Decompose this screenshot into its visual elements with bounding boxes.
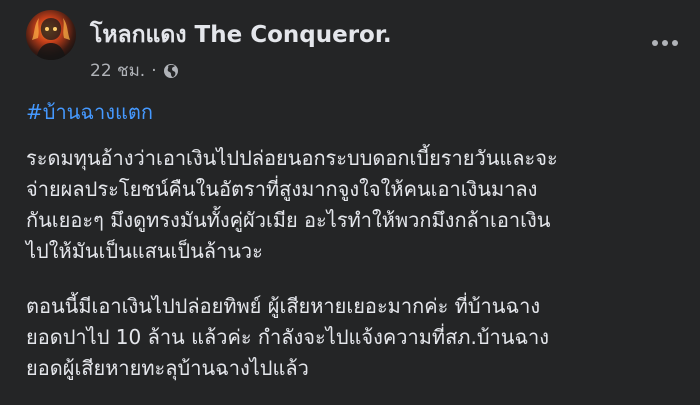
post-paragraph-1: ระดมทุนอ้างว่าเอาเงินไปปล่อยนอกระบบดอกเบ… bbox=[26, 143, 686, 267]
timestamp[interactable]: 22 ชม. bbox=[90, 57, 145, 84]
post-text-line: กันเยอะๆ มึงดูทรงมันทั้งคู่ผัวเมีย อะไรท… bbox=[26, 208, 551, 232]
globe-icon[interactable] bbox=[163, 63, 179, 79]
post-paragraph-2: ตอนนี้มีเอาเงินไปปล่อยทิพย์ ผู้เสียหายเย… bbox=[26, 291, 686, 384]
facebook-post: โหลกแดง The Conqueror. 22 ชม. · #บ้านฉาง… bbox=[0, 0, 700, 405]
author-name[interactable]: โหลกแดง The Conqueror. bbox=[90, 17, 392, 53]
post-text-line: ยอดปาไป 10 ล้าน แล้วค่ะ กำลังจะไปแจ้งควา… bbox=[26, 325, 550, 349]
hashtag-link[interactable]: #บ้านฉางแตก bbox=[26, 96, 153, 128]
post-text-line: ไปให้มันเป็นแสนเป็นล้านวะ bbox=[26, 239, 263, 263]
more-options-icon-dot bbox=[672, 40, 678, 46]
meta-separator: · bbox=[151, 60, 157, 81]
post-text-line: ยอดผู้เสียหายทะลุบ้านฉางไปแล้ว bbox=[26, 356, 309, 380]
post-text-line: จ่ายผลประโยชน์คืนในอัตราที่สูงมากจูงใจให… bbox=[26, 177, 538, 201]
post-text-line: ตอนนี้มีเอาเงินไปปล่อยทิพย์ ผู้เสียหายเย… bbox=[26, 294, 541, 318]
avatar[interactable] bbox=[26, 10, 76, 60]
more-options-button[interactable] bbox=[652, 36, 678, 50]
post-meta: 22 ชม. · bbox=[90, 57, 179, 84]
avatar-image bbox=[32, 18, 70, 60]
post-text-line: ระดมทุนอ้างว่าเอาเงินไปปล่อยนอกระบบดอกเบ… bbox=[26, 146, 558, 170]
more-options-icon bbox=[652, 40, 658, 46]
post-header: โหลกแดง The Conqueror. 22 ชม. · bbox=[26, 10, 700, 81]
more-options-icon-dot bbox=[662, 40, 668, 46]
